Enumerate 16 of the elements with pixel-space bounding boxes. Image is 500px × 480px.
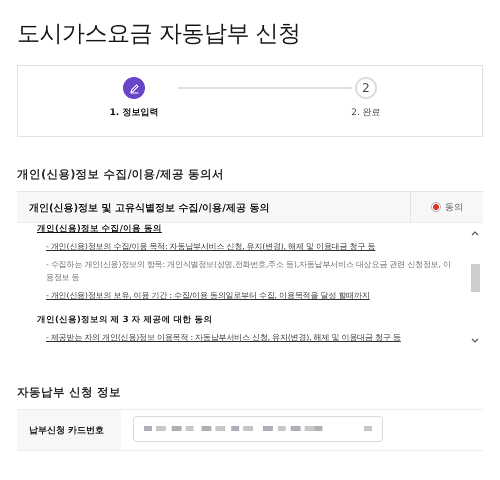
- section-heading: 자동납부 신청 정보: [17, 385, 122, 400]
- consent-subheading: 개인(신용)정보 수집/이용 동의: [37, 223, 163, 235]
- scroll-up-icon[interactable]: [471, 231, 479, 236]
- consent-subheading: 개인(신용)정보의 제 3 자 제공에 대한 동의: [37, 314, 214, 326]
- step-label: 2. 완료: [351, 107, 381, 119]
- scrollbar-thumb[interactable]: [470, 264, 480, 292]
- section-heading: 개인(신용)정보 수집/이용/제공 동의서: [17, 167, 225, 182]
- radio-label: 동의: [445, 202, 463, 214]
- card-number-field[interactable]: [133, 416, 383, 442]
- agree-radio[interactable]: [431, 202, 441, 212]
- field-label: 납부신청 카드번호: [17, 410, 121, 450]
- consent-title: 개인(신용)정보 및 고유식별정보 수집/이용/제공 동의: [28, 202, 270, 216]
- step-number: 2: [355, 77, 377, 99]
- page-title: 도시가스요금 자동납부 신청: [17, 20, 302, 49]
- step-label: 1. 정보입력: [110, 107, 158, 119]
- scroll-down-icon[interactable]: [471, 338, 479, 343]
